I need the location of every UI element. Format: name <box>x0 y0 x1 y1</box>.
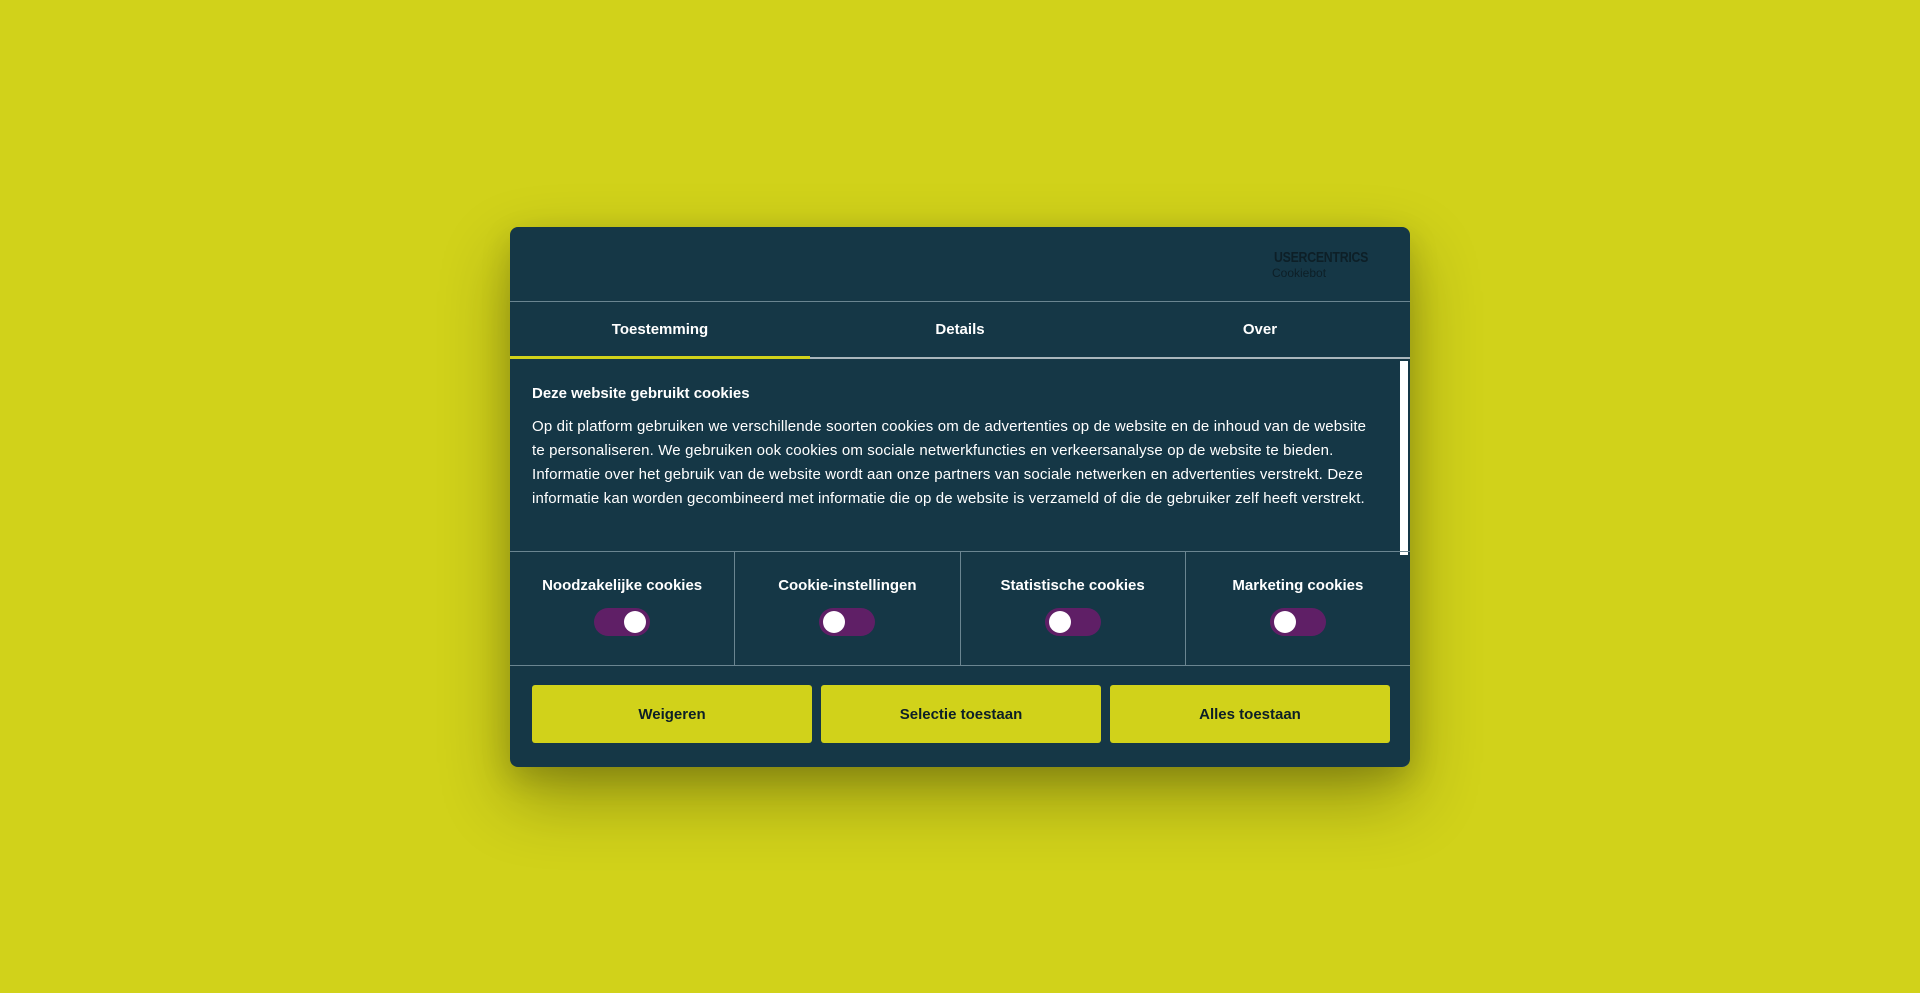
allow-all-button[interactable]: Alles toestaan <box>1110 685 1390 743</box>
allow-selection-button[interactable]: Selectie toestaan <box>821 685 1101 743</box>
category-statistics: Statistische cookies <box>961 552 1186 665</box>
category-preferences: Cookie-instellingen <box>735 552 961 665</box>
logo-wordmark: USERCENTRICS <box>1274 248 1369 266</box>
marketing-toggle[interactable] <box>1269 608 1326 636</box>
intro-section: Deze website gebruikt cookies Op dit pla… <box>532 375 1382 511</box>
logo-subtitle: Cookiebot <box>1272 266 1327 280</box>
category-label: Statistische cookies <box>1000 577 1145 594</box>
category-label: Noodzakelijke cookies <box>542 577 703 594</box>
tab-bar: Toestemming Details Over <box>510 302 1410 359</box>
usercentrics-cookiebot-logo[interactable]: USERCENTRICS Cookiebot <box>1272 248 1388 282</box>
toggle-knob <box>1048 611 1071 633</box>
cookie-consent-dialog: USERCENTRICS Cookiebot Toestemming Detai… <box>510 227 1410 767</box>
category-label: Cookie-instellingen <box>778 577 917 594</box>
category-label: Marketing cookies <box>1232 577 1364 594</box>
necessary-toggle[interactable] <box>594 608 651 636</box>
action-buttons: Weigeren Selectie toestaan Alles toestaa… <box>532 685 1390 743</box>
category-necessary: Noodzakelijke cookies <box>510 552 736 665</box>
intro-title: Deze website gebruikt cookies <box>532 385 750 402</box>
category-marketing: Marketing cookies <box>1186 552 1410 665</box>
dialog-header: USERCENTRICS Cookiebot <box>510 227 1410 302</box>
tab-details[interactable]: Details <box>810 302 1110 357</box>
statistics-toggle[interactable] <box>1044 608 1101 636</box>
tab-toestemming[interactable]: Toestemming <box>510 302 810 359</box>
toggle-knob <box>1273 611 1296 633</box>
toggle-knob <box>823 611 846 633</box>
preferences-toggle[interactable] <box>819 608 876 636</box>
intro-body: Op dit platform gebruiken we verschillen… <box>532 418 1367 507</box>
tab-over[interactable]: Over <box>1110 302 1410 357</box>
cookie-category-toggles: Noodzakelijke cookies Cookie-instellinge… <box>510 551 1410 666</box>
toggle-knob <box>624 611 647 633</box>
deny-button[interactable]: Weigeren <box>532 685 812 743</box>
